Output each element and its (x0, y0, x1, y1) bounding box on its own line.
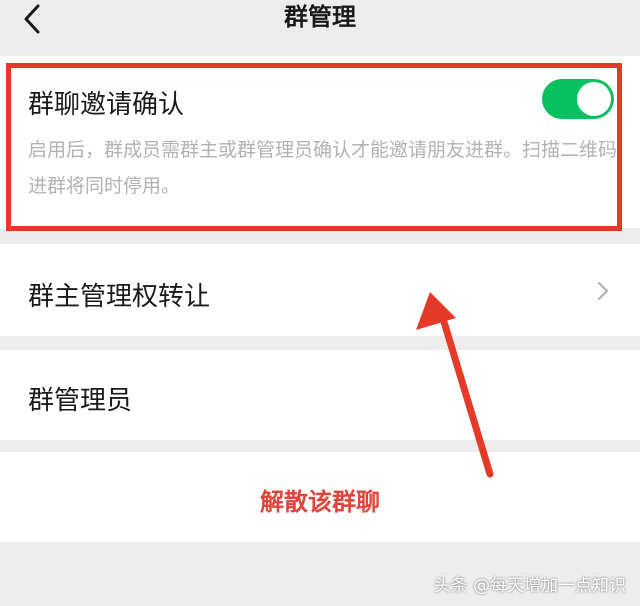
page-title: 群管理 (284, 3, 356, 31)
group-admins-label: 群管理员 (28, 386, 133, 416)
disband-group-row[interactable]: 解散该群聊 (0, 452, 640, 542)
chevron-right-icon (597, 281, 609, 301)
transfer-ownership-row[interactable]: 群主管理权转让 (0, 244, 640, 336)
transfer-ownership-label: 群主管理权转让 (28, 282, 211, 312)
disband-group-button[interactable]: 解散该群聊 (0, 482, 640, 517)
watermark: 头条 @每天增加一点知识 (433, 576, 626, 596)
navigation-bar: 群管理 (0, 0, 640, 46)
group-admins-row[interactable]: 群管理员 (0, 350, 640, 440)
highlight-box (6, 63, 622, 231)
